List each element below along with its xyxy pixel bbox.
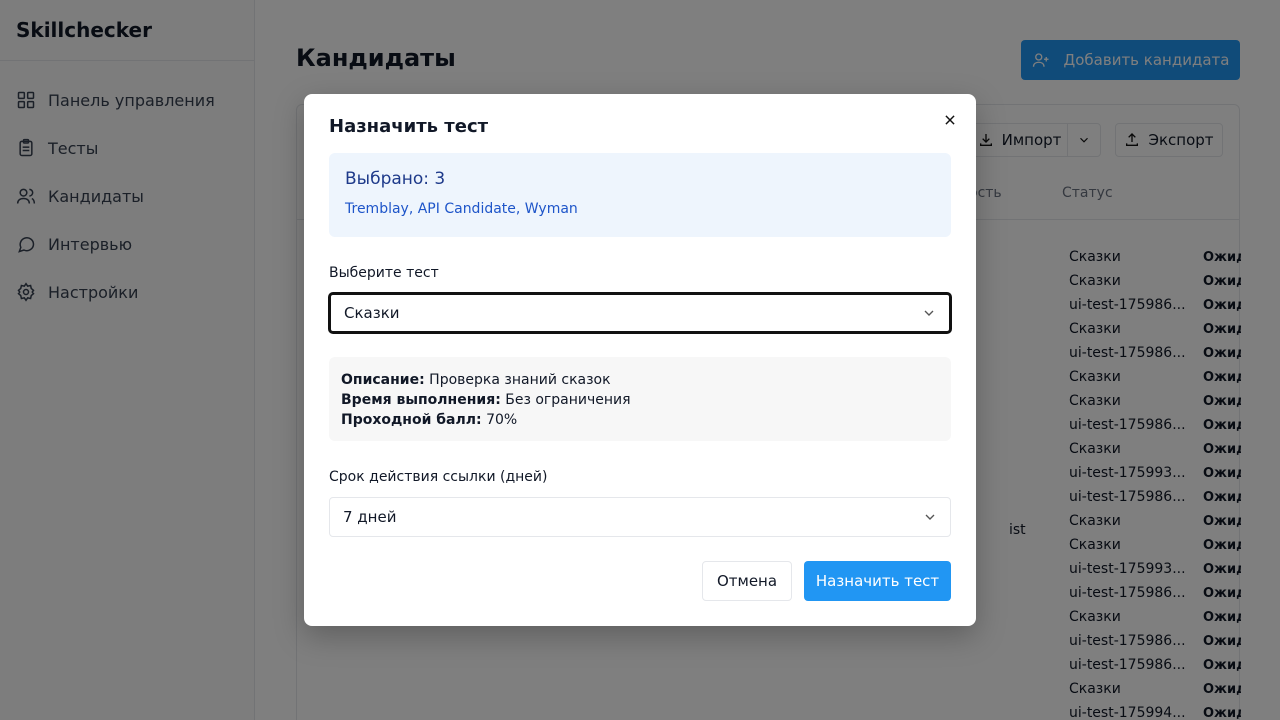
chevron-down-icon — [925, 514, 935, 520]
time-value: Без ограничения — [505, 392, 631, 408]
cancel-button[interactable]: Отмена — [702, 561, 792, 601]
selected-candidates-box: Выбрано: 3 Tremblay, API Candidate, Wyma… — [329, 153, 951, 237]
close-button[interactable] — [940, 110, 960, 130]
link-expiry-select[interactable]: 7 дней — [329, 497, 951, 537]
pass-score-value: 70% — [486, 412, 518, 428]
test-select-label: Выберите тест — [329, 265, 439, 281]
description-row: Описание: Проверка знаний сказок — [341, 370, 939, 390]
chevron-down-icon — [924, 310, 934, 316]
assign-test-button[interactable]: Назначить тест — [804, 561, 951, 601]
time-row: Время выполнения: Без ограничения — [341, 390, 939, 410]
test-select-value: Сказки — [344, 304, 400, 322]
link-expiry-value: 7 дней — [343, 508, 397, 526]
description-value: Проверка знаний сказок — [429, 372, 611, 388]
assign-test-dialog: Назначить тест Выбрано: 3 Tremblay, API … — [304, 94, 976, 626]
time-label: Время выполнения: — [341, 392, 501, 408]
selected-count: Выбрано: 3 — [345, 169, 446, 189]
dialog-title: Назначить тест — [329, 116, 489, 137]
pass-score-label: Проходной балл: — [341, 412, 482, 428]
selected-names: Tremblay, API Candidate, Wyman — [345, 201, 578, 217]
close-icon — [945, 115, 955, 125]
test-select[interactable]: Сказки — [329, 293, 951, 333]
description-label: Описание: — [341, 372, 425, 388]
link-expiry-label: Срок действия ссылки (дней) — [329, 469, 548, 485]
test-info-box: Описание: Проверка знаний сказок Время в… — [329, 357, 951, 441]
pass-score-row: Проходной балл: 70% — [341, 410, 939, 430]
